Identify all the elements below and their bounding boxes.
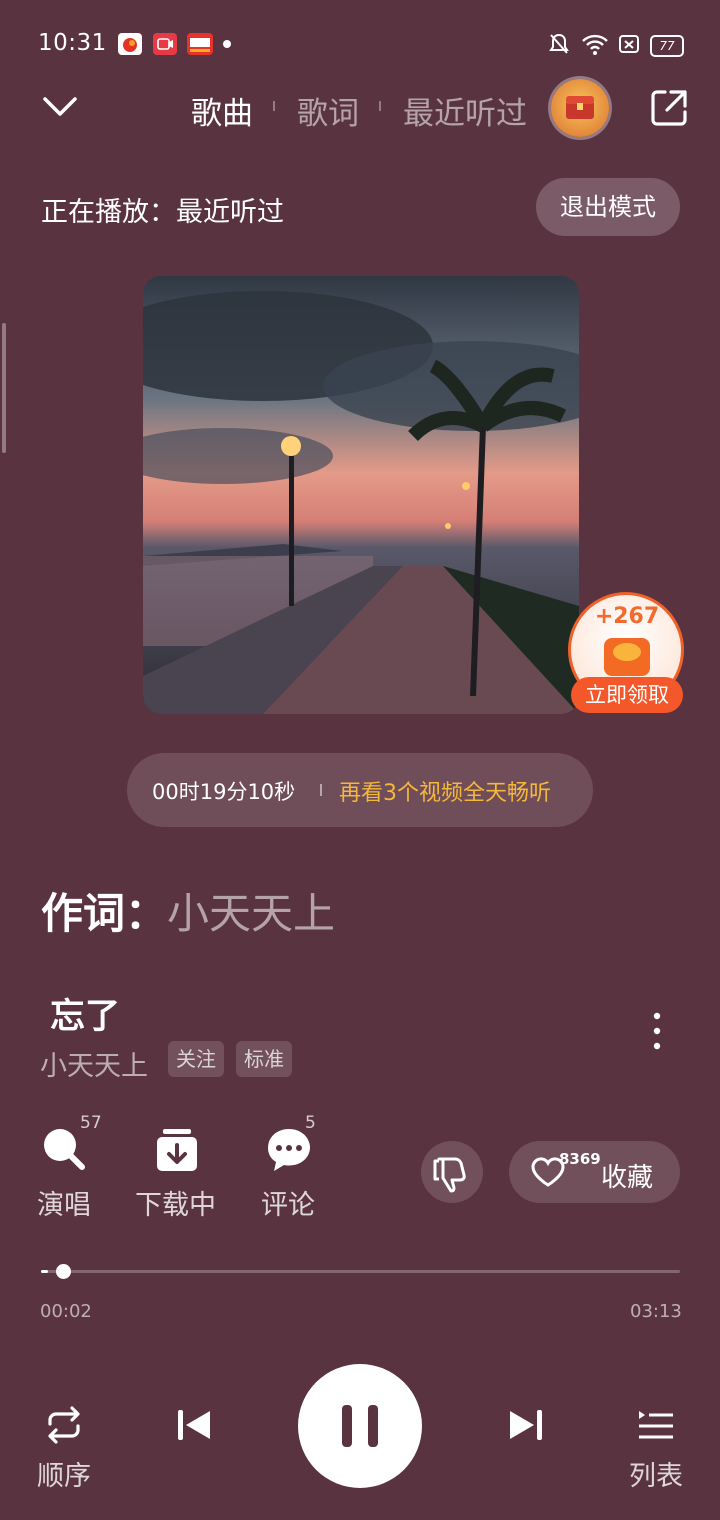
favorite-button[interactable]: 8369 收藏	[509, 1141, 680, 1203]
weibo-app-icon	[118, 33, 142, 55]
tab-songs[interactable]: 歌曲	[191, 88, 253, 133]
play-mode-label[interactable]: 顺序	[37, 1454, 91, 1493]
toutiao-app-icon	[187, 33, 213, 55]
remaining-time: 00时19分10秒	[152, 780, 296, 804]
now-playing-label: 正在播放：最近听过	[41, 197, 284, 228]
sing-label[interactable]: 演唱	[37, 1183, 91, 1222]
next-icon[interactable]	[507, 1406, 545, 1448]
current-time: 00:02	[40, 1301, 92, 1322]
lyric-credit-line: 作词：小天天上	[41, 880, 335, 941]
follow-button[interactable]: 关注	[168, 1041, 224, 1077]
tab-divider	[273, 101, 275, 111]
watch-video-promo[interactable]: 再看3个视频全天畅听	[339, 775, 551, 807]
tab-recent[interactable]: 最近听过	[403, 88, 527, 133]
lyric-credit-value: 小天天上	[167, 889, 336, 938]
progress-track[interactable]	[41, 1270, 680, 1273]
favorite-label: 收藏	[601, 1163, 654, 1193]
status-time: 10:31	[38, 30, 107, 56]
dislike-button[interactable]	[421, 1141, 483, 1203]
exit-mode-button[interactable]: 退出模式	[536, 178, 680, 236]
notification-dot	[223, 40, 231, 48]
share-icon[interactable]	[649, 88, 689, 132]
tab-lyrics[interactable]: 歌词	[297, 88, 359, 133]
download-icon[interactable]	[155, 1127, 199, 1177]
song-title: 忘了	[50, 997, 121, 1037]
favorite-count: 8369	[559, 1150, 601, 1168]
battery-indicator: 77	[650, 35, 684, 57]
artist-name[interactable]: 小天天上	[40, 1044, 148, 1083]
wifi-icon	[581, 32, 609, 60]
comment-label[interactable]: 评论	[261, 1183, 315, 1222]
playlist-label[interactable]: 列表	[629, 1454, 683, 1493]
progress-fill	[41, 1270, 48, 1273]
tab-divider	[379, 101, 381, 111]
download-label[interactable]: 下载中	[135, 1183, 216, 1222]
comment-count: 5	[305, 1113, 316, 1133]
more-options-icon[interactable]	[650, 1010, 664, 1052]
collapse-chevron-icon[interactable]	[42, 94, 78, 124]
sim-icon	[618, 32, 640, 60]
reward-amount: +267	[594, 604, 660, 629]
quality-badge[interactable]: 标准	[236, 1041, 292, 1077]
side-drag-handle[interactable]	[2, 323, 6, 453]
album-cover[interactable]	[143, 276, 579, 714]
previous-icon[interactable]	[175, 1406, 213, 1448]
claim-reward-button[interactable]: 立即领取	[571, 677, 683, 713]
reward-widget[interactable]: +267 立即领取	[568, 592, 686, 720]
treasure-chest-icon[interactable]	[551, 79, 609, 137]
lyric-credit-key: 作词：	[41, 889, 168, 938]
comment-icon[interactable]	[266, 1127, 312, 1177]
sing-icon[interactable]	[42, 1127, 88, 1177]
timer-divider	[320, 784, 322, 796]
repeat-order-icon[interactable]	[44, 1406, 84, 1448]
mute-icon	[548, 32, 570, 60]
video-app-icon	[153, 33, 177, 55]
progress-thumb[interactable]	[56, 1264, 71, 1279]
red-envelope-icon	[600, 634, 654, 682]
pause-button[interactable]	[298, 1364, 422, 1488]
listen-timer-pill[interactable]: 00时19分10秒 再看3个视频全天畅听	[127, 753, 593, 827]
thumbs-down-icon	[433, 1157, 466, 1193]
sing-count: 57	[80, 1113, 102, 1133]
pause-icon	[342, 1405, 378, 1447]
playlist-icon[interactable]	[637, 1408, 675, 1446]
duration-time: 03:13	[630, 1301, 682, 1322]
